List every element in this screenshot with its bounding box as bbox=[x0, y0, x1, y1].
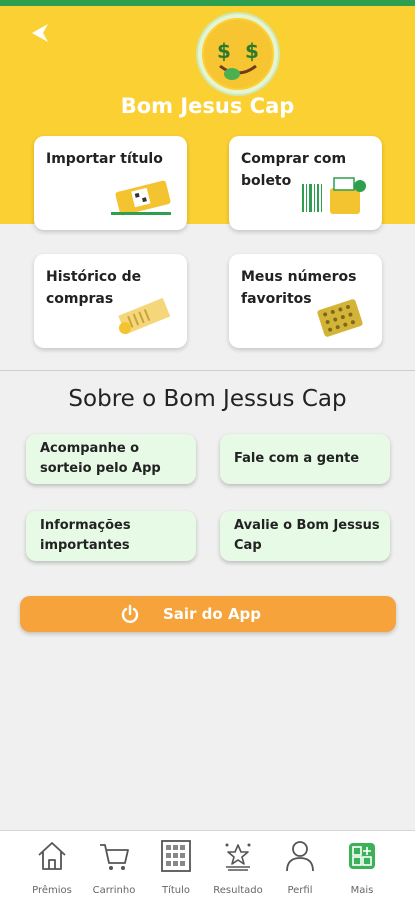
power-icon bbox=[121, 604, 139, 623]
bottom-nav: Prêmios Carrinho Título Resultado Perfil… bbox=[0, 830, 415, 900]
favorite-numbers-card[interactable]: Meus números favoritos bbox=[229, 254, 382, 348]
about-section-title: Sobre o Bom Jessus Cap bbox=[68, 386, 347, 412]
avatar: $ $ bbox=[198, 14, 278, 94]
buy-with-boleto-card[interactable]: Comprar com boleto bbox=[229, 136, 382, 230]
nav-item-resultado[interactable]: Resultado bbox=[208, 837, 268, 897]
import-ticket-card[interactable]: Importar título bbox=[34, 136, 187, 230]
boleto-printer-illustration-icon bbox=[302, 177, 366, 214]
nav-item-carrinho[interactable]: Carrinho bbox=[84, 837, 144, 897]
follow-draw-button[interactable]: Acompanhe o sorteio pelo App bbox=[26, 434, 196, 484]
receipt-roll-illustration-icon bbox=[118, 298, 171, 335]
nav-item-premios[interactable]: Prêmios bbox=[22, 837, 82, 897]
rate-app-button[interactable]: Avalie o Bom Jessus Cap bbox=[220, 511, 390, 561]
svg-text:$: $ bbox=[217, 39, 231, 63]
nav-item-perfil[interactable]: Perfil bbox=[270, 837, 330, 897]
cart-icon bbox=[100, 844, 129, 870]
ticket-grid-icon bbox=[161, 840, 191, 872]
card-label: Importar título bbox=[46, 151, 163, 167]
nav-item-titulo[interactable]: Título bbox=[146, 837, 206, 897]
logout-button[interactable]: Sair do App bbox=[20, 596, 396, 632]
divider bbox=[0, 370, 415, 371]
svg-text:$: $ bbox=[245, 39, 259, 63]
nav-item-mais[interactable]: Mais bbox=[332, 837, 392, 897]
back-arrow-icon[interactable] bbox=[28, 20, 54, 46]
purchase-history-card[interactable]: Histórico de compras bbox=[34, 254, 187, 348]
stars-icon bbox=[225, 843, 251, 871]
important-info-button[interactable]: Informações importantes bbox=[26, 511, 196, 561]
page-title: Bom Jesus Cap bbox=[120, 94, 295, 118]
more-grid-icon bbox=[349, 843, 375, 869]
money-face-emoji-icon: $ $ bbox=[204, 20, 272, 88]
logout-label: Sair do App bbox=[163, 605, 262, 623]
person-icon bbox=[286, 841, 314, 872]
house-icon bbox=[38, 842, 66, 870]
ticket-qr-illustration-icon bbox=[111, 180, 171, 216]
contact-us-button[interactable]: Fale com a gente bbox=[220, 434, 390, 484]
number-grid-illustration-icon bbox=[317, 299, 363, 337]
